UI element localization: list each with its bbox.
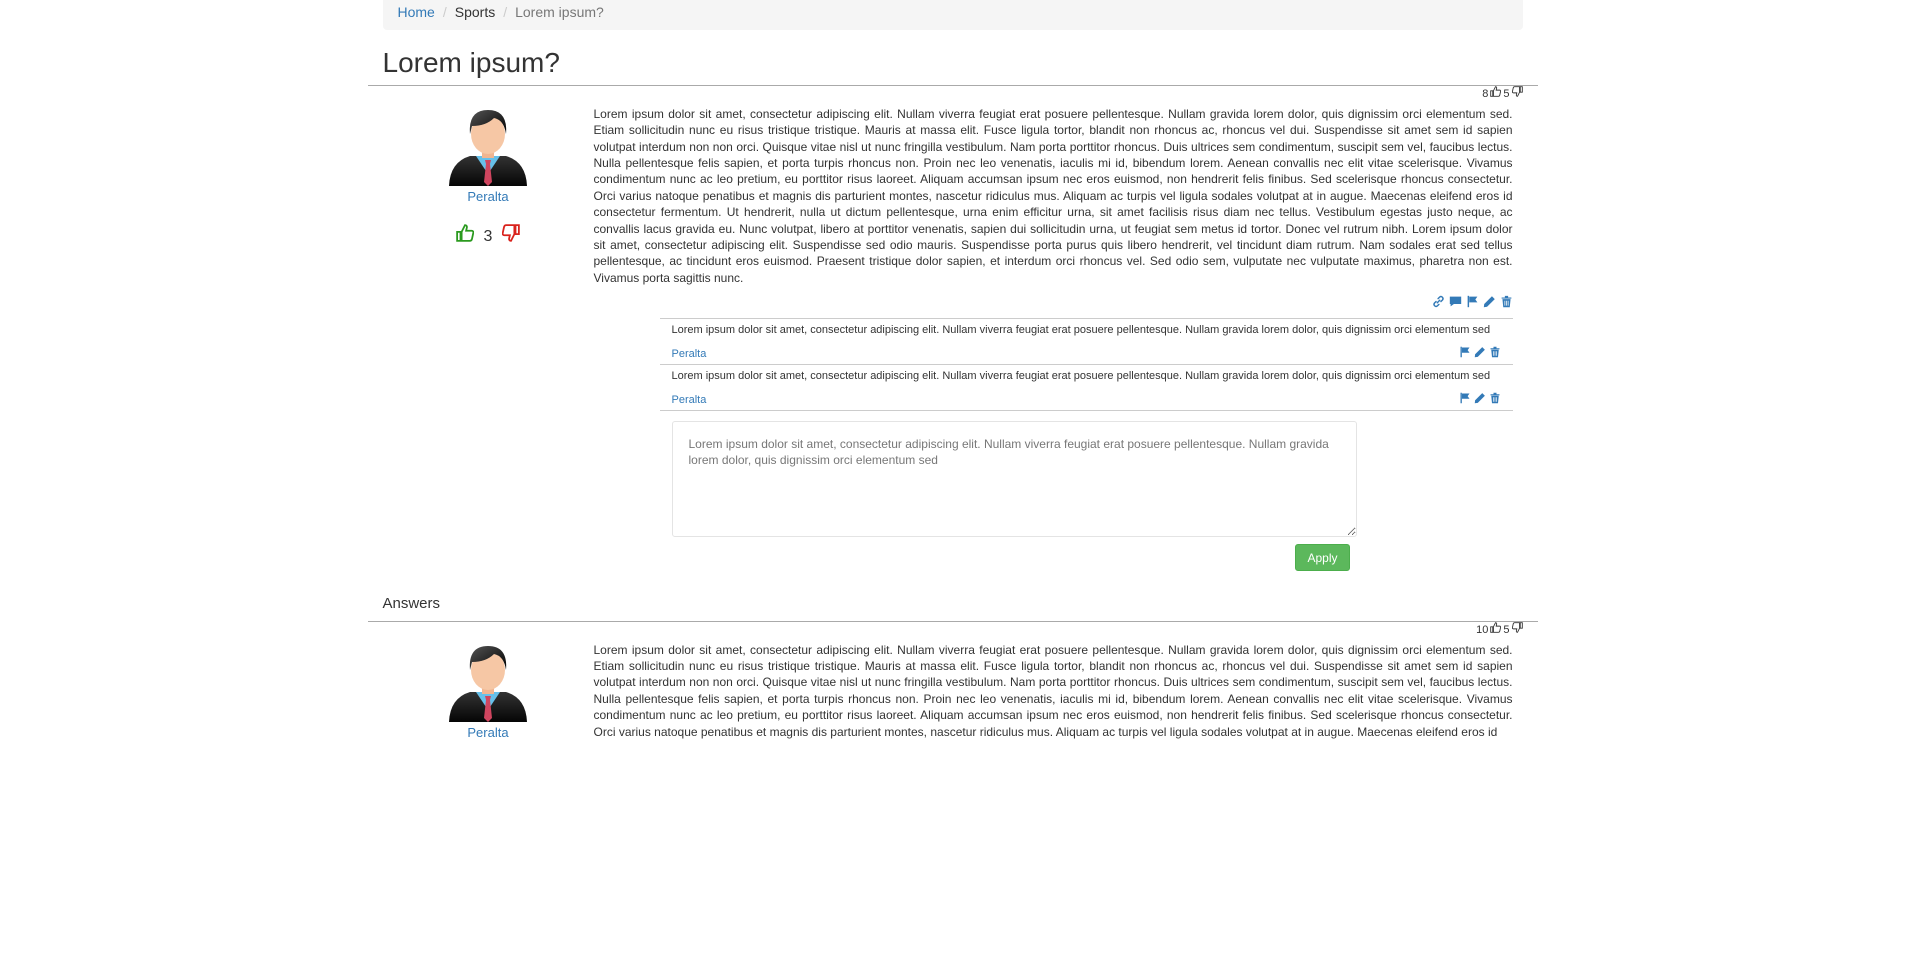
trash-icon bbox=[1490, 392, 1499, 403]
answer-vote-summary: 10 5 bbox=[383, 622, 1523, 638]
comment-flag-button[interactable] bbox=[1459, 392, 1471, 409]
answers-title: Answers bbox=[382, 595, 441, 613]
answer-content: Lorem ipsum dolor sit amet, consectetur … bbox=[594, 638, 1523, 743]
comment-form: Lorem ipsum dolor sit amet, consectetur … bbox=[671, 421, 1513, 572]
breadcrumb-separator: / bbox=[442, 4, 447, 20]
flag-button[interactable] bbox=[1466, 294, 1479, 314]
comment-icon bbox=[1449, 296, 1461, 307]
comment-edit-button[interactable] bbox=[1474, 346, 1486, 363]
trash-icon bbox=[1490, 346, 1499, 357]
answer-body: Lorem ipsum dolor sit amet, consectetur … bbox=[593, 642, 1513, 739]
breadcrumb-separator: / bbox=[503, 4, 508, 20]
comment-delete-button[interactable] bbox=[1489, 392, 1501, 409]
thumbs-up-icon bbox=[1490, 86, 1502, 101]
pencil-icon bbox=[1474, 346, 1485, 357]
thumbs-down-icon bbox=[502, 224, 521, 243]
answer-author-column: Peralta bbox=[383, 638, 594, 743]
downvote-button[interactable] bbox=[502, 224, 521, 250]
page-container: Home / Sports / Lorem ipsum? Lorem ipsum? 8 … bbox=[367, 0, 1538, 743]
thumbs-up-icon bbox=[1490, 622, 1502, 637]
question-author-column: Peralta 3 bbox=[383, 102, 594, 571]
author-link[interactable]: Peralta bbox=[383, 188, 594, 207]
comment-author-link[interactable]: Peralta bbox=[672, 347, 707, 362]
comment-text: Lorem ipsum dolor sit amet, consectetur … bbox=[671, 324, 1491, 337]
comment-textarea[interactable]: Lorem ipsum dolor sit amet, consectetur … bbox=[671, 421, 1357, 538]
breadcrumb-home[interactable]: Home bbox=[398, 4, 435, 20]
vote-box: 3 bbox=[383, 224, 594, 250]
comment-author-link[interactable]: Peralta bbox=[672, 393, 707, 408]
answer-post: Peralta Lorem ipsum dolor sit amet, cons… bbox=[383, 638, 1523, 743]
thumbs-down-icon bbox=[1511, 622, 1523, 637]
breadcrumb-category[interactable]: Sports bbox=[455, 4, 495, 20]
comment-flag-button[interactable] bbox=[1459, 346, 1471, 363]
thumbs-down-icon bbox=[1511, 86, 1523, 101]
comment-form-actions: Apply bbox=[672, 544, 1350, 572]
author-link[interactable]: Peralta bbox=[383, 724, 594, 743]
question-content: Lorem ipsum dolor sit amet, consectetur … bbox=[593, 102, 1523, 572]
flag-icon bbox=[1460, 392, 1469, 403]
avatar bbox=[449, 109, 527, 186]
comment-item: Lorem ipsum dolor sit amet, consectetur … bbox=[659, 364, 1513, 412]
comment-list: Lorem ipsum dolor sit amet, consectetur … bbox=[659, 318, 1513, 412]
comment-button[interactable] bbox=[1449, 294, 1462, 314]
delete-button[interactable] bbox=[1500, 294, 1513, 314]
comment-actions bbox=[1459, 392, 1501, 409]
breadcrumb: Home / Sports / Lorem ipsum? bbox=[382, 0, 1523, 30]
upvote-count: 8 bbox=[1482, 87, 1489, 100]
comment-edit-button[interactable] bbox=[1474, 392, 1486, 409]
edit-button[interactable] bbox=[1483, 294, 1496, 314]
comment-delete-button[interactable] bbox=[1489, 346, 1501, 363]
downvote-count: 5 bbox=[1503, 87, 1510, 100]
comment-item: Lorem ipsum dolor sit amet, consectetur … bbox=[659, 318, 1513, 364]
comment-footer: Peralta bbox=[672, 392, 1501, 408]
upvote-button[interactable] bbox=[455, 224, 474, 250]
question-title: Lorem ipsum? bbox=[382, 47, 560, 78]
trash-icon bbox=[1501, 296, 1511, 308]
link-button[interactable] bbox=[1432, 294, 1445, 314]
question-body: Lorem ipsum dolor sit amet, consectetur … bbox=[593, 106, 1513, 285]
vote-score: 3 bbox=[483, 227, 493, 245]
comment-text: Lorem ipsum dolor sit amet, consectetur … bbox=[671, 370, 1491, 383]
question-vote-summary: 8 5 bbox=[383, 86, 1523, 102]
thumbs-up-icon bbox=[455, 224, 474, 243]
question-actions bbox=[594, 294, 1513, 314]
link-icon bbox=[1432, 296, 1444, 308]
flag-icon bbox=[1460, 346, 1469, 357]
downvote-count: 5 bbox=[1503, 623, 1510, 636]
avatar bbox=[449, 645, 527, 722]
question-post: Peralta 3 Lorem ipsum dolor sit amet, co… bbox=[383, 102, 1523, 572]
breadcrumb-current: Lorem ipsum? bbox=[515, 4, 604, 20]
upvote-count: 10 bbox=[1476, 623, 1489, 636]
flag-icon bbox=[1467, 296, 1477, 308]
comment-actions bbox=[1459, 346, 1501, 363]
pencil-icon bbox=[1483, 296, 1495, 308]
comment-footer: Peralta bbox=[672, 346, 1501, 362]
apply-button[interactable]: Apply bbox=[1294, 544, 1350, 572]
pencil-icon bbox=[1474, 392, 1485, 403]
